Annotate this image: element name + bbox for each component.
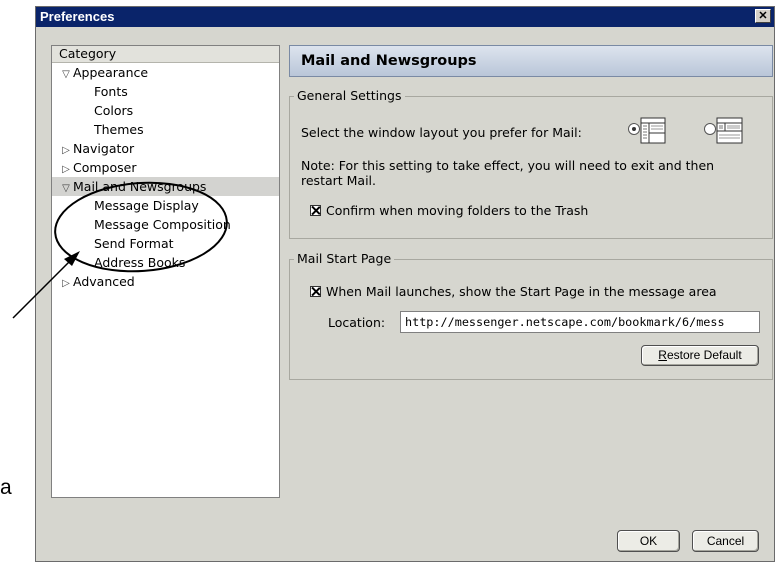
layout-note-line1: Note: For this setting to take effect, y… (301, 158, 715, 173)
category-item-label: Appearance (73, 65, 149, 80)
collapsed-twisty-icon[interactable]: ▷ (59, 274, 73, 293)
confirm-trash-row[interactable]: Confirm when moving folders to the Trash (310, 203, 588, 218)
category-item-label: Colors (94, 103, 134, 118)
category-item-label: Mail and Newsgroups (73, 179, 207, 194)
layout-classic-icon[interactable] (640, 117, 666, 144)
layout-radio-2[interactable] (704, 123, 716, 135)
category-item[interactable]: Colors (52, 101, 279, 120)
layout-radio-1[interactable] (628, 123, 640, 135)
expanded-twisty-icon[interactable]: ▽ (59, 179, 73, 198)
show-start-page-checkbox[interactable] (310, 286, 321, 297)
category-item[interactable]: Address Books (52, 253, 279, 272)
confirm-trash-checkbox[interactable] (310, 205, 321, 216)
mail-start-page-group: Mail Start Page When Mail launches, show… (289, 251, 773, 380)
category-item[interactable]: ▽ Appearance (52, 63, 279, 82)
mail-start-page-legend: Mail Start Page (294, 251, 395, 266)
category-item[interactable]: ▷ Navigator (52, 139, 279, 158)
category-item[interactable]: Fonts (52, 82, 279, 101)
annotation-letter: a (0, 476, 12, 499)
window-title: Preferences (40, 9, 115, 24)
category-item-label: Message Display (94, 198, 199, 213)
category-item[interactable]: Themes (52, 120, 279, 139)
restore-default-button[interactable]: Restore Default (641, 345, 759, 366)
category-item-label: Fonts (94, 84, 128, 99)
confirm-trash-label: Confirm when moving folders to the Trash (326, 203, 589, 218)
general-settings-group: General Settings Select the window layou… (289, 88, 773, 239)
category-item-label: Advanced (73, 274, 135, 289)
layout-prompt: Select the window layout you prefer for … (301, 125, 582, 140)
restore-default-label: estore Default (666, 348, 742, 362)
category-item-label: Composer (73, 160, 137, 175)
category-item[interactable]: Send Format (52, 234, 279, 253)
panel-title: Mail and Newsgroups (289, 45, 773, 77)
location-label: Location: (328, 315, 386, 330)
expanded-twisty-icon[interactable]: ▽ (59, 65, 73, 84)
ok-button[interactable]: OK (617, 530, 680, 552)
category-item[interactable]: Message Display (52, 196, 279, 215)
preferences-window: Preferences ✕ Category ▽ Appearance Fonts C… (35, 6, 775, 562)
close-icon[interactable]: ✕ (755, 9, 771, 23)
category-item[interactable]: Message Composition (52, 215, 279, 234)
layout-wide-icon[interactable] (716, 117, 743, 144)
category-item-label: Address Books (94, 255, 186, 270)
category-item-label: Navigator (73, 141, 135, 156)
category-item-label: Themes (94, 122, 144, 137)
title-bar[interactable]: Preferences ✕ (36, 7, 774, 27)
category-item-label: Send Format (94, 236, 174, 251)
cancel-button[interactable]: Cancel (692, 530, 759, 552)
restore-default-accesskey: R (658, 348, 667, 362)
location-field[interactable]: http://messenger.netscape.com/bookmark/6… (400, 311, 760, 333)
category-item[interactable]: ▽ Mail and Newsgroups (52, 177, 279, 196)
category-item-label: Message Composition (94, 217, 231, 232)
show-start-page-label: When Mail launches, show the Start Page … (326, 284, 717, 299)
category-header[interactable]: Category (52, 46, 279, 63)
category-item[interactable]: ▷ Advanced (52, 272, 279, 291)
general-settings-legend: General Settings (294, 88, 405, 103)
layout-note-line2: restart Mail. (301, 173, 377, 188)
category-item[interactable]: ▷ Composer (52, 158, 279, 177)
category-tree[interactable]: Category ▽ Appearance Fonts Colors Themes ▷ Na… (51, 45, 280, 498)
show-start-page-row[interactable]: When Mail launches, show the Start Page … (310, 284, 717, 299)
